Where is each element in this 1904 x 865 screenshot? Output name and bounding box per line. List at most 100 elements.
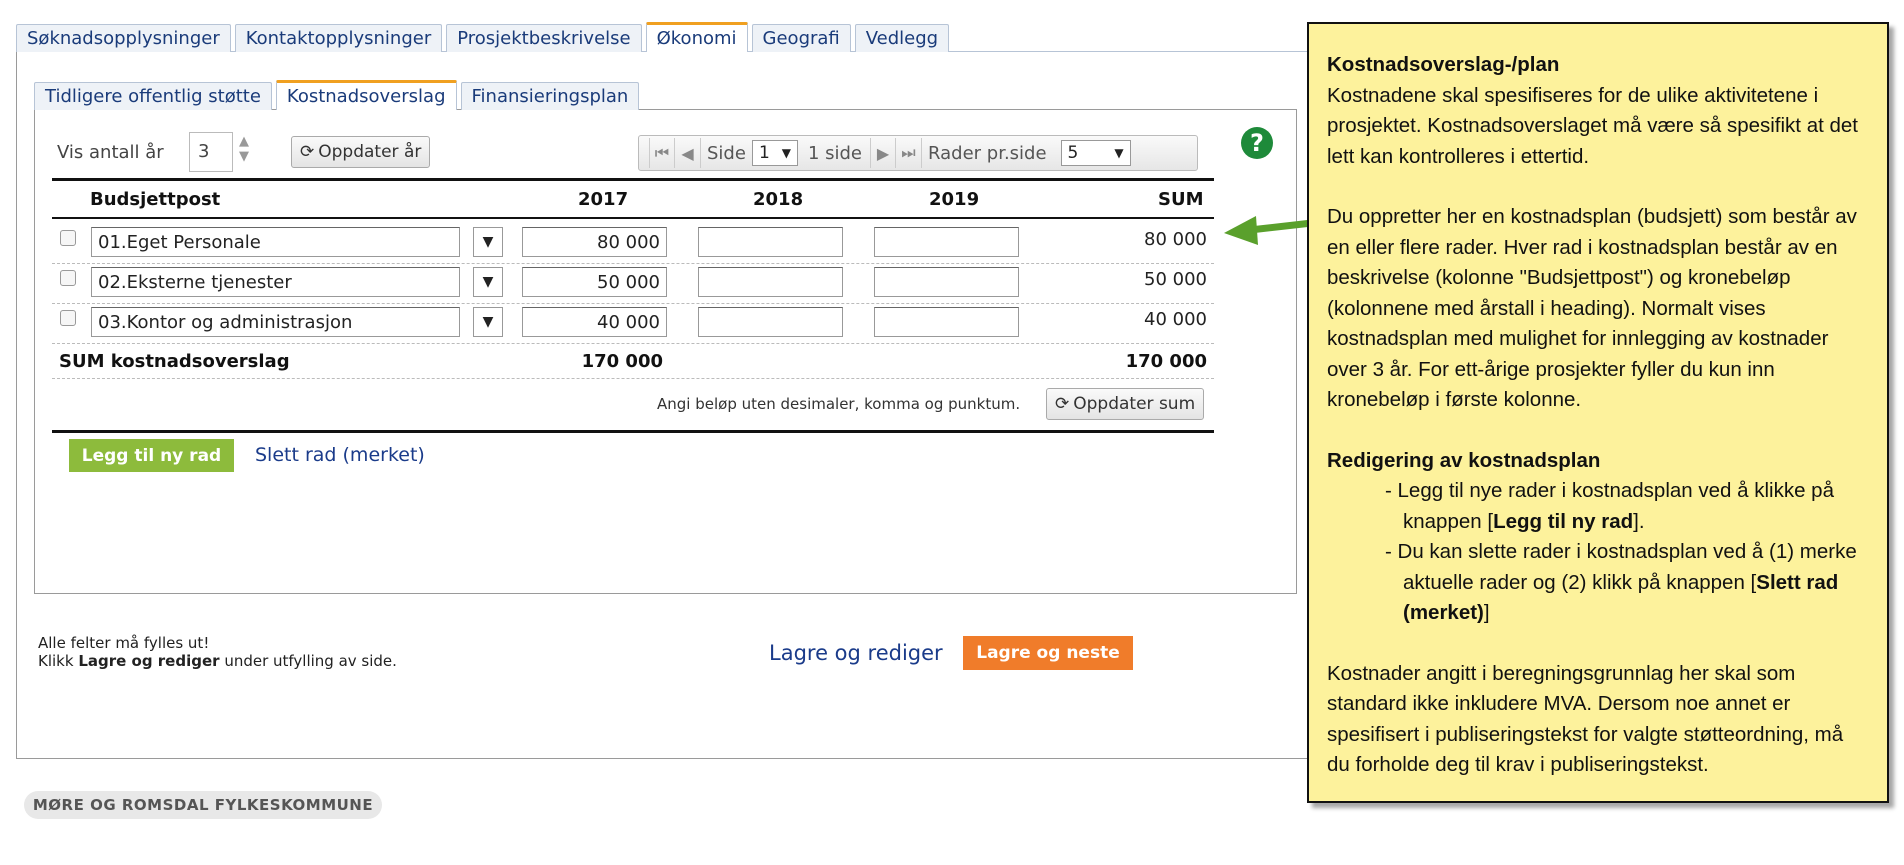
li1-post: ]. [1633,509,1645,533]
post-dropdown[interactable]: ▼ [473,227,503,257]
chevron-down-icon: ▼ [1114,146,1124,160]
required-note: Alle felter må fylles ut! [38,634,210,652]
chevron-down-icon: ▼ [781,146,791,160]
col-header-sum: SUM [1158,189,1204,210]
save-hint: Klikk Lagre og rediger under utfylling a… [38,652,397,670]
col-header-2018: 2018 [753,189,804,210]
tab-finansieringsplan[interactable]: Finansieringsplan [460,82,640,110]
chevron-down-icon: ▼ [482,234,494,250]
tab-geografi[interactable]: Geografi [751,24,851,52]
budget-post-input[interactable]: 02.Eksterne tjenester [91,267,460,297]
update-sum-button[interactable]: ⟳ Oppdater sum [1046,388,1205,420]
amount-2019-input[interactable] [874,227,1019,257]
years-spinner[interactable]: ▲ ▼ [235,134,253,164]
tab-kostnadsoverslag[interactable]: Kostnadsoverslag [275,80,457,110]
update-years-button[interactable]: ⟳ Oppdater år [291,136,431,168]
top-tab-bar: Søknadsopplysninger Kontaktopplysninger … [16,22,950,52]
help-icon[interactable]: ? [1241,127,1273,159]
save-next-button[interactable]: Lagre og neste [963,636,1133,670]
tab-tidligere-offentlig-stotte[interactable]: Tidligere offentlig støtte [34,82,272,110]
save-hint-post: under utfylling av side. [219,652,397,670]
amount-2018-input[interactable] [698,307,843,337]
amount-2017-input[interactable]: 40 000 [522,307,667,337]
refresh-icon: ⟳ [300,142,315,162]
note-paragraph-1: Kostnadene skal spesifiseres for de ulik… [1327,83,1858,168]
tab-vedlegg[interactable]: Vedlegg [854,24,950,52]
tab-soknadsopplysninger[interactable]: Søknadsopplysninger [16,24,231,52]
tab-prosjektbeskrivelse[interactable]: Prosjektbeskrivelse [446,24,642,52]
row-sum: 40 000 [1144,309,1207,330]
org-footer: MØRE OG ROMSDAL FYLKESKOMMUNE [24,791,382,819]
tab-kontaktopplysninger[interactable]: Kontaktopplysninger [234,24,443,52]
col-header-2017: 2017 [578,189,629,210]
save-hint-bold: Lagre og rediger [78,652,220,670]
last-page-icon[interactable]: ⏭ [896,138,922,168]
row-checkbox[interactable] [60,230,76,246]
spin-down-icon[interactable]: ▼ [235,149,253,164]
li2-post: ] [1483,601,1490,624]
note-list-item-1: - Legg til nye rader i kostnadsplan ved … [1327,476,1869,537]
page-select[interactable]: 1 ▼ [751,140,798,166]
amount-hint: Angi beløp uten desimaler, komma og punk… [657,395,1021,413]
total-sum: 170 000 [1125,351,1207,372]
table-row: 03.Kontor og administrasjon ▼ 40 000 40 … [52,306,1214,340]
header-rule [52,217,1214,219]
sub-tab-bar: Tidligere offentlig støtte Kostnadsovers… [34,80,640,110]
note-heading-2: Redigering av kostnadsplan [1327,448,1601,472]
row-sum: 50 000 [1144,269,1207,290]
table-row: 01.Eget Personale ▼ 80 000 80 000 [52,226,1214,260]
spin-up-icon[interactable]: ▲ [235,134,253,149]
tab-okonomi[interactable]: Økonomi [645,22,748,52]
first-page-icon[interactable]: ⏮ [649,138,675,168]
row-divider [52,303,1214,304]
budget-post-input[interactable]: 03.Kontor og administrasjon [91,307,460,337]
page-value: 1 [758,143,770,163]
amount-2019-input[interactable] [874,307,1019,337]
years-input[interactable]: 3 [189,132,233,172]
help-note: Kostnadsoverslag-/plan Kostnadene skal s… [1307,22,1889,803]
save-edit-link[interactable]: Lagre og rediger [769,641,943,665]
col-header-2019: 2019 [929,189,980,210]
page-label: Side [707,142,746,164]
table-bottom-rule [52,430,1214,433]
amount-2018-input[interactable] [698,267,843,297]
vis-antall-label: Vis antall år [57,142,164,163]
rows-per-page-label: Rader pr.side [928,142,1047,164]
note-heading-1: Kostnadsoverslag-/plan [1327,53,1560,76]
li1-bold: Legg til ny rad [1493,509,1634,533]
arrow-left-icon [1224,216,1316,245]
row-sum: 80 000 [1144,229,1207,250]
rows-per-page-select[interactable]: 5 ▼ [1060,140,1131,166]
chevron-down-icon: ▼ [482,314,494,330]
row-divider [52,263,1214,264]
col-header-budsjettpost: Budsjettpost [90,189,221,210]
next-page-icon[interactable]: ▶ [870,138,896,168]
update-years-label: Oppdater år [318,142,422,162]
row-checkbox[interactable] [60,310,76,326]
pager: ⏮ ◀ Side 1 ▼ 1 side ▶ ⏭ Rader pr.side 5 … [638,135,1198,171]
delete-row-link[interactable]: Slett rad (merket) [255,444,425,466]
update-sum-label: Oppdater sum [1073,394,1196,414]
table-top-rule [52,178,1214,181]
amount-2017-input[interactable]: 80 000 [522,227,667,257]
page-count: 1 side [807,142,862,164]
refresh-icon: ⟳ [1055,394,1070,414]
budget-post-input[interactable]: 01.Eget Personale [91,227,460,257]
total-label: SUM kostnadsoverslag [59,351,290,372]
note-paragraph-3: Kostnader angitt i beregningsgrunnlag he… [1327,661,1844,777]
post-dropdown[interactable]: ▼ [473,267,503,297]
prev-page-icon[interactable]: ◀ [675,138,701,168]
amount-2019-input[interactable] [874,267,1019,297]
amount-2017-input[interactable]: 50 000 [522,267,667,297]
chevron-down-icon: ▼ [482,274,494,290]
amount-2018-input[interactable] [698,227,843,257]
add-row-button[interactable]: Legg til ny rad [69,439,234,472]
row-checkbox[interactable] [60,270,76,286]
post-dropdown[interactable]: ▼ [473,307,503,337]
total-2017: 170 000 [581,351,663,372]
row-divider [52,343,1214,344]
note-list-item-2: - Du kan slette rader i kostnadsplan ved… [1327,537,1869,629]
total-divider [52,378,1214,379]
save-hint-pre: Klikk [38,652,79,670]
table-row: 02.Eksterne tjenester ▼ 50 000 50 000 [52,266,1214,300]
